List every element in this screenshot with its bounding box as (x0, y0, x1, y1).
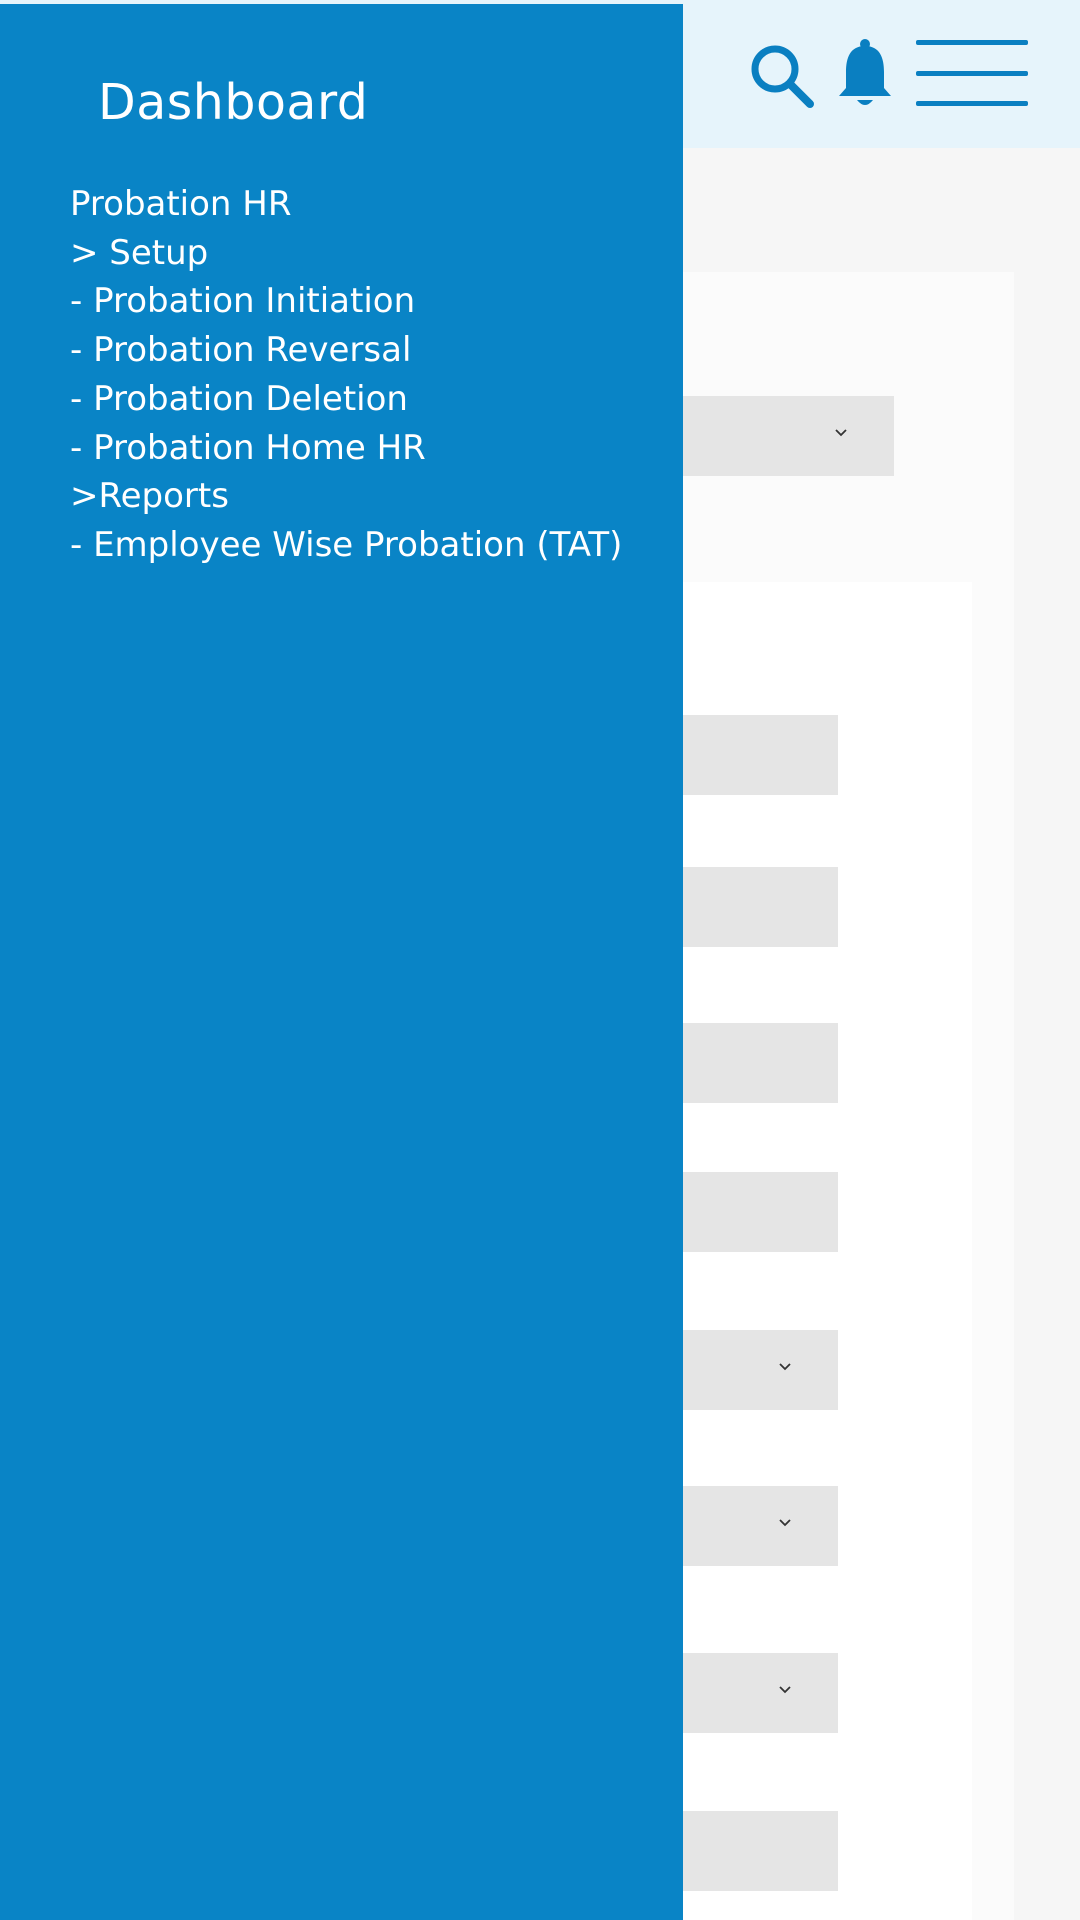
hamburger-menu-icon[interactable] (916, 40, 1028, 106)
menu-item-probation-home-hr[interactable]: - Probation Home HR (70, 424, 622, 473)
menu-item-reports[interactable]: >Reports (70, 472, 622, 521)
menu-item-probation-reversal[interactable]: - Probation Reversal (70, 326, 622, 375)
bell-icon[interactable] (836, 38, 894, 110)
menu-item-setup[interactable]: > Setup (70, 229, 622, 278)
drawer-menu: Probation HR > Setup - Probation Initiat… (70, 180, 622, 570)
chevron-down-icon (779, 1363, 791, 1371)
app-screen: Dashboard Probation HR > Setup - Probati… (0, 0, 1080, 1920)
menu-item-probation-hr[interactable]: Probation HR (70, 180, 622, 229)
navigation-drawer: Dashboard Probation HR > Setup - Probati… (0, 4, 683, 1920)
chevron-down-icon (835, 429, 847, 437)
chevron-down-icon (779, 1519, 791, 1527)
menu-item-probation-deletion[interactable]: - Probation Deletion (70, 375, 622, 424)
drawer-title-dashboard[interactable]: Dashboard (98, 74, 368, 131)
menu-item-probation-initiation[interactable]: - Probation Initiation (70, 277, 622, 326)
menu-item-employee-wise-probation[interactable]: - Employee Wise Probation (TAT) (70, 521, 622, 570)
chevron-down-icon (779, 1686, 791, 1694)
search-icon[interactable] (748, 42, 816, 110)
